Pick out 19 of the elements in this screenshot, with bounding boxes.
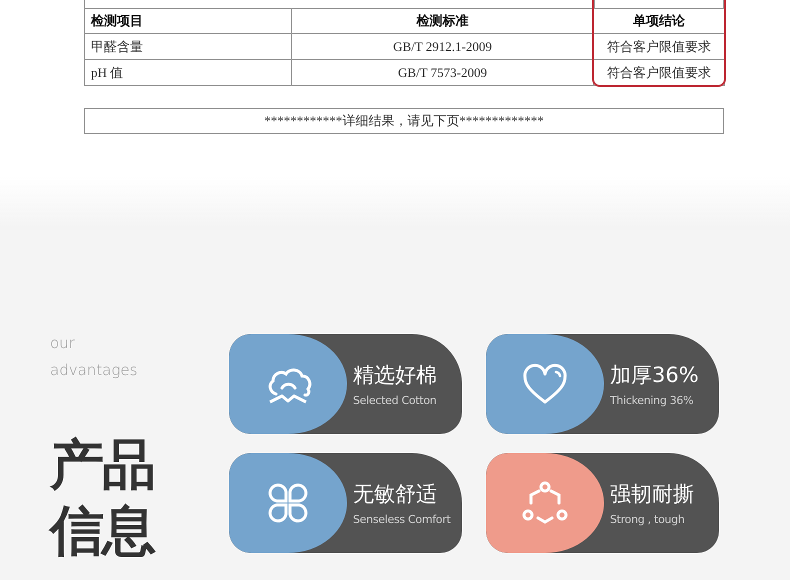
table-cell: 符合客户限值要求: [594, 34, 724, 60]
feature-title: 无敏舒适: [353, 481, 437, 508]
table-cell: pH 值: [84, 60, 292, 86]
tagline-text: our: [50, 333, 76, 354]
column-header: 检测标准: [292, 8, 594, 34]
feature-title: 加厚36%: [610, 362, 699, 389]
notice-text: ************详细结果，请见下页*************: [84, 108, 724, 134]
section-title: 产品: [50, 432, 155, 498]
column-header: 检测项目: [84, 8, 292, 34]
feature-caption: Selected Cotton: [353, 394, 436, 407]
table-cell: 甲醛含量: [84, 34, 292, 60]
section-title: 信息: [50, 498, 156, 564]
feature-title: 强韧耐撕: [610, 481, 694, 508]
table-cell: 符合客户限值要求: [594, 60, 724, 86]
tagline-text: advantages: [50, 360, 138, 381]
feature-title: 精选好棉: [353, 362, 437, 389]
feature-caption: Thickening 36%: [610, 394, 694, 407]
feature-caption: Strong , tough: [610, 513, 685, 526]
feature-caption: Senseless Comfort: [353, 513, 450, 526]
